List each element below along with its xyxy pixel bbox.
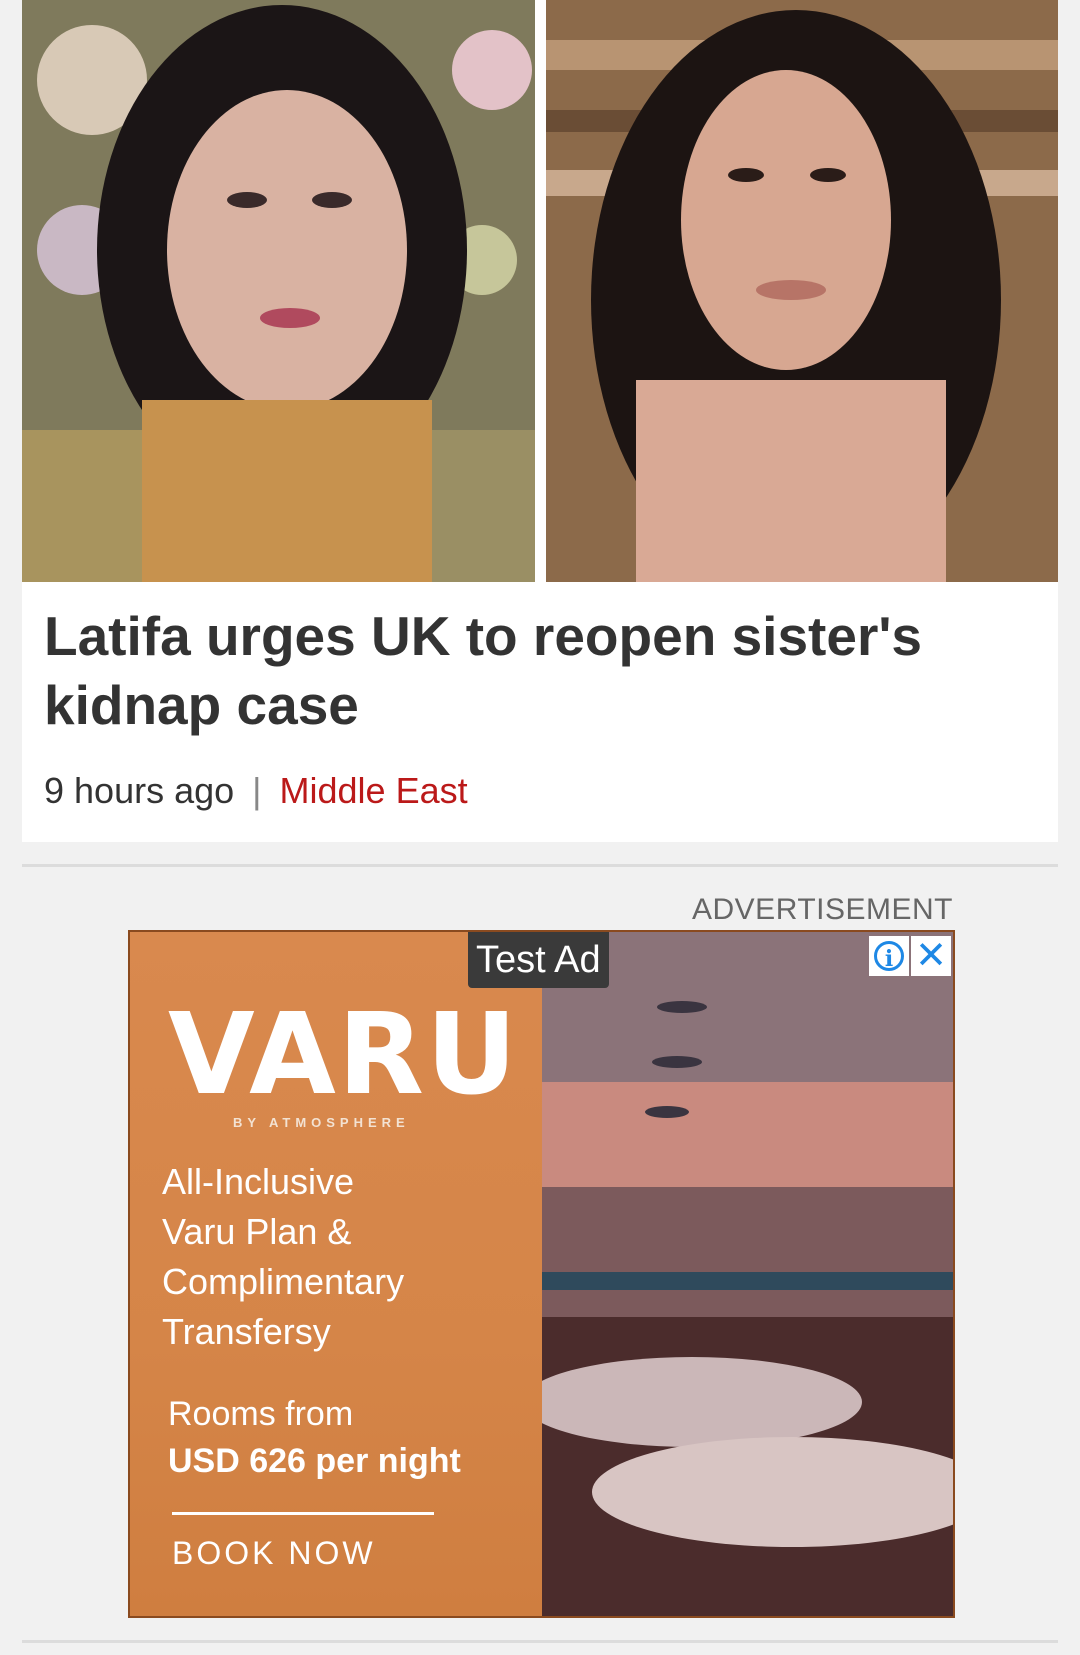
article-images[interactable]	[22, 0, 1058, 582]
ad-book-now-button[interactable]: BOOK NOW	[172, 1535, 376, 1572]
test-ad-badge: Test Ad	[468, 932, 609, 988]
article-photo-right	[546, 0, 1058, 582]
info-icon: i	[874, 941, 904, 972]
close-icon: ✕	[915, 935, 947, 977]
divider	[22, 1640, 1058, 1643]
article-headline[interactable]: Latifa urges UK to reopen sister's kidna…	[44, 602, 1034, 740]
article-timestamp: 9 hours ago	[44, 770, 235, 811]
advertisement-banner[interactable]: VARU BY ATMOSPHERE All-Inclusive Varu Pl…	[128, 930, 955, 1618]
meta-separator: |	[252, 770, 262, 811]
ad-info-button[interactable]: i	[869, 936, 909, 976]
ad-brand-logo: VARU	[168, 990, 519, 1120]
ad-resort-photo	[542, 932, 953, 1616]
ad-price-label: Rooms from	[168, 1395, 354, 1433]
advertisement-label: ADVERTISEMENT	[692, 893, 953, 926]
article-photo-left	[22, 0, 535, 582]
ad-brand-subtitle: BY ATMOSPHERE	[233, 1115, 410, 1130]
ad-close-button[interactable]: ✕	[911, 936, 951, 976]
ad-divider-line	[172, 1512, 434, 1515]
ad-copy-line: Complimentary	[162, 1261, 405, 1302]
article-card[interactable]: Latifa urges UK to reopen sister's kidna…	[22, 0, 1058, 842]
divider	[22, 864, 1058, 867]
ad-copy: All-Inclusive Varu Plan & Complimentary …	[162, 1157, 522, 1357]
article-meta: 9 hours ago | Middle East	[44, 770, 468, 812]
ad-copy-line: Varu Plan &	[162, 1211, 352, 1252]
article-section-link[interactable]: Middle East	[280, 770, 468, 811]
ad-price: USD 626 per night	[168, 1442, 461, 1480]
ad-copy-line: All-Inclusive	[162, 1161, 355, 1202]
ad-copy-line: Transfersy	[162, 1311, 331, 1352]
